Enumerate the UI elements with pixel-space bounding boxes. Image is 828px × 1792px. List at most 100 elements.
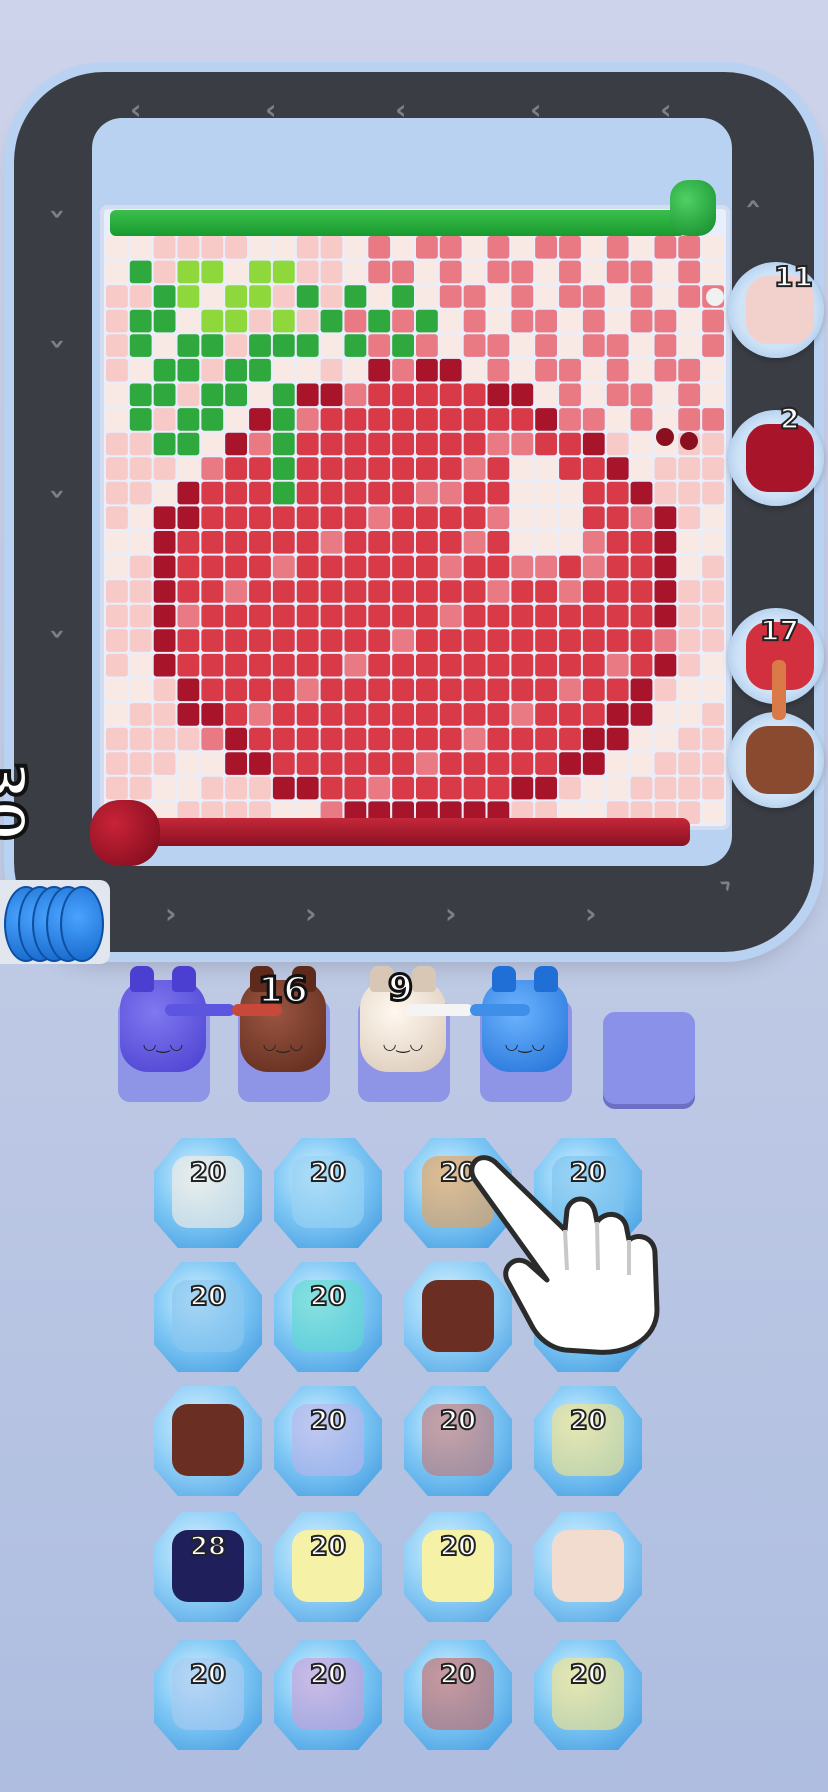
ice-block[interactable]: 20: [274, 1386, 382, 1496]
mosaic-pixel: [106, 285, 128, 308]
mosaic-pixel: [368, 678, 391, 702]
mosaic-pixel: [559, 432, 581, 456]
shooter-beam: [772, 660, 786, 720]
mosaic-pixel: [439, 408, 462, 431]
mosaic-pixel: [630, 776, 653, 800]
ice-block[interactable]: 20: [404, 1386, 512, 1496]
chevron-right-icon: ›: [585, 897, 597, 930]
ice-block[interactable]: 20: [154, 1262, 262, 1372]
mosaic-pixel: [201, 285, 224, 308]
mosaic-pixel: [272, 776, 295, 800]
mosaic-pixel: [463, 653, 486, 677]
queue-slot-empty[interactable]: [603, 1012, 695, 1104]
queue-cat[interactable]: ◡‿◡: [482, 966, 568, 1072]
ice-block[interactable]: [154, 1386, 262, 1496]
mosaic-pixel: [392, 383, 414, 407]
mosaic-pixel: [249, 776, 271, 800]
mosaic-pixel: [630, 629, 653, 652]
shooter-count: 11: [773, 259, 814, 294]
mosaic-pixel: [582, 334, 605, 357]
mosaic-pixel: [487, 358, 510, 382]
mosaic-pixel: [606, 776, 629, 800]
ice-block[interactable]: [534, 1512, 642, 1622]
cat-ear: [130, 966, 154, 992]
mosaic-pixel: [177, 457, 200, 480]
mosaic-pixel: [106, 358, 128, 382]
ice-block[interactable]: 20: [274, 1640, 382, 1750]
red-rail: [120, 818, 690, 846]
mosaic-pixel: [177, 383, 200, 407]
mosaic-pixel: [654, 285, 677, 308]
mosaic-pixel: [272, 580, 295, 603]
mosaic-pixel: [177, 703, 200, 726]
mosaic-pixel: [606, 481, 629, 505]
mosaic-pixel: [630, 432, 653, 456]
mosaic-pixel: [511, 481, 534, 505]
ice-block[interactable]: 20: [404, 1640, 512, 1750]
ice-block[interactable]: 20: [534, 1640, 642, 1750]
mosaic-pixel: [416, 653, 438, 677]
mosaic-pixel: [487, 260, 510, 284]
ice-block[interactable]: 20: [154, 1138, 262, 1248]
queue-count: 16: [256, 969, 309, 1013]
mosaic-pixel: [630, 580, 653, 603]
ice-block[interactable]: 20: [274, 1138, 382, 1248]
mosaic-pixel: [654, 481, 677, 505]
mosaic-pixel: [106, 481, 128, 505]
mosaic-pixel: [606, 285, 629, 308]
mosaic-pixel: [344, 309, 367, 333]
mosaic-pixel: [654, 334, 677, 357]
progress-bar: [405, 1004, 473, 1016]
mosaic-pixel: [129, 481, 152, 505]
mosaic-pixel: [249, 604, 271, 628]
mosaic-pixel: [225, 727, 247, 751]
cat-ear: [492, 966, 516, 992]
ice-block[interactable]: 28: [154, 1512, 262, 1622]
mosaic-pixel: [511, 555, 534, 579]
ice-block[interactable]: 20: [534, 1386, 642, 1496]
mosaic-pixel: [249, 678, 271, 702]
ice-block[interactable]: 20: [404, 1512, 512, 1622]
mosaic-pixel: [535, 334, 557, 357]
mosaic-pixel: [320, 678, 343, 702]
cat-ear: [412, 966, 436, 992]
mosaic-pixel: [272, 752, 295, 775]
shooter-cat: [746, 726, 814, 794]
queue-cat[interactable]: ◡‿◡: [120, 966, 206, 1072]
block-count: 20: [569, 1659, 607, 1691]
mosaic-pixel: [272, 531, 295, 554]
mosaic-pixel: [463, 604, 486, 628]
side-shooter[interactable]: [728, 410, 824, 506]
ice-block[interactable]: 20: [154, 1640, 262, 1750]
side-shooter[interactable]: [728, 712, 824, 808]
mosaic-pixel: [582, 260, 605, 284]
mosaic-pixel: [439, 653, 462, 677]
mosaic-pixel: [201, 309, 224, 333]
mosaic-pixel: [487, 604, 510, 628]
mosaic-pixel: [153, 555, 176, 579]
mosaic-pixel: [702, 580, 724, 603]
mosaic-pixel: [606, 629, 629, 652]
mosaic-pixel: [320, 580, 343, 603]
mosaic-pixel: [272, 432, 295, 456]
mosaic-pixel: [392, 506, 414, 529]
mosaic-pixel: [320, 531, 343, 554]
block-count: 20: [439, 1659, 477, 1691]
mosaic-pixel: [344, 334, 367, 357]
mosaic-pixel: [201, 629, 224, 652]
mosaic-pixel: [320, 334, 343, 357]
ice-block[interactable]: 20: [274, 1262, 382, 1372]
mosaic-pixel: [177, 506, 200, 529]
ice-block[interactable]: 20: [274, 1512, 382, 1622]
mosaic-pixel: [249, 703, 271, 726]
mosaic-pixel: [487, 727, 510, 751]
mosaic-pixel: [463, 752, 486, 775]
mosaic-pixel: [678, 752, 701, 775]
mosaic-pixel: [392, 678, 414, 702]
block-count: 20: [309, 1157, 347, 1189]
mosaic-pixel: [463, 236, 486, 259]
block-count: 20: [569, 1405, 607, 1437]
mosaic-pixel: [320, 236, 343, 259]
mosaic-pixel: [463, 531, 486, 554]
mosaic-pixel: [129, 506, 152, 529]
